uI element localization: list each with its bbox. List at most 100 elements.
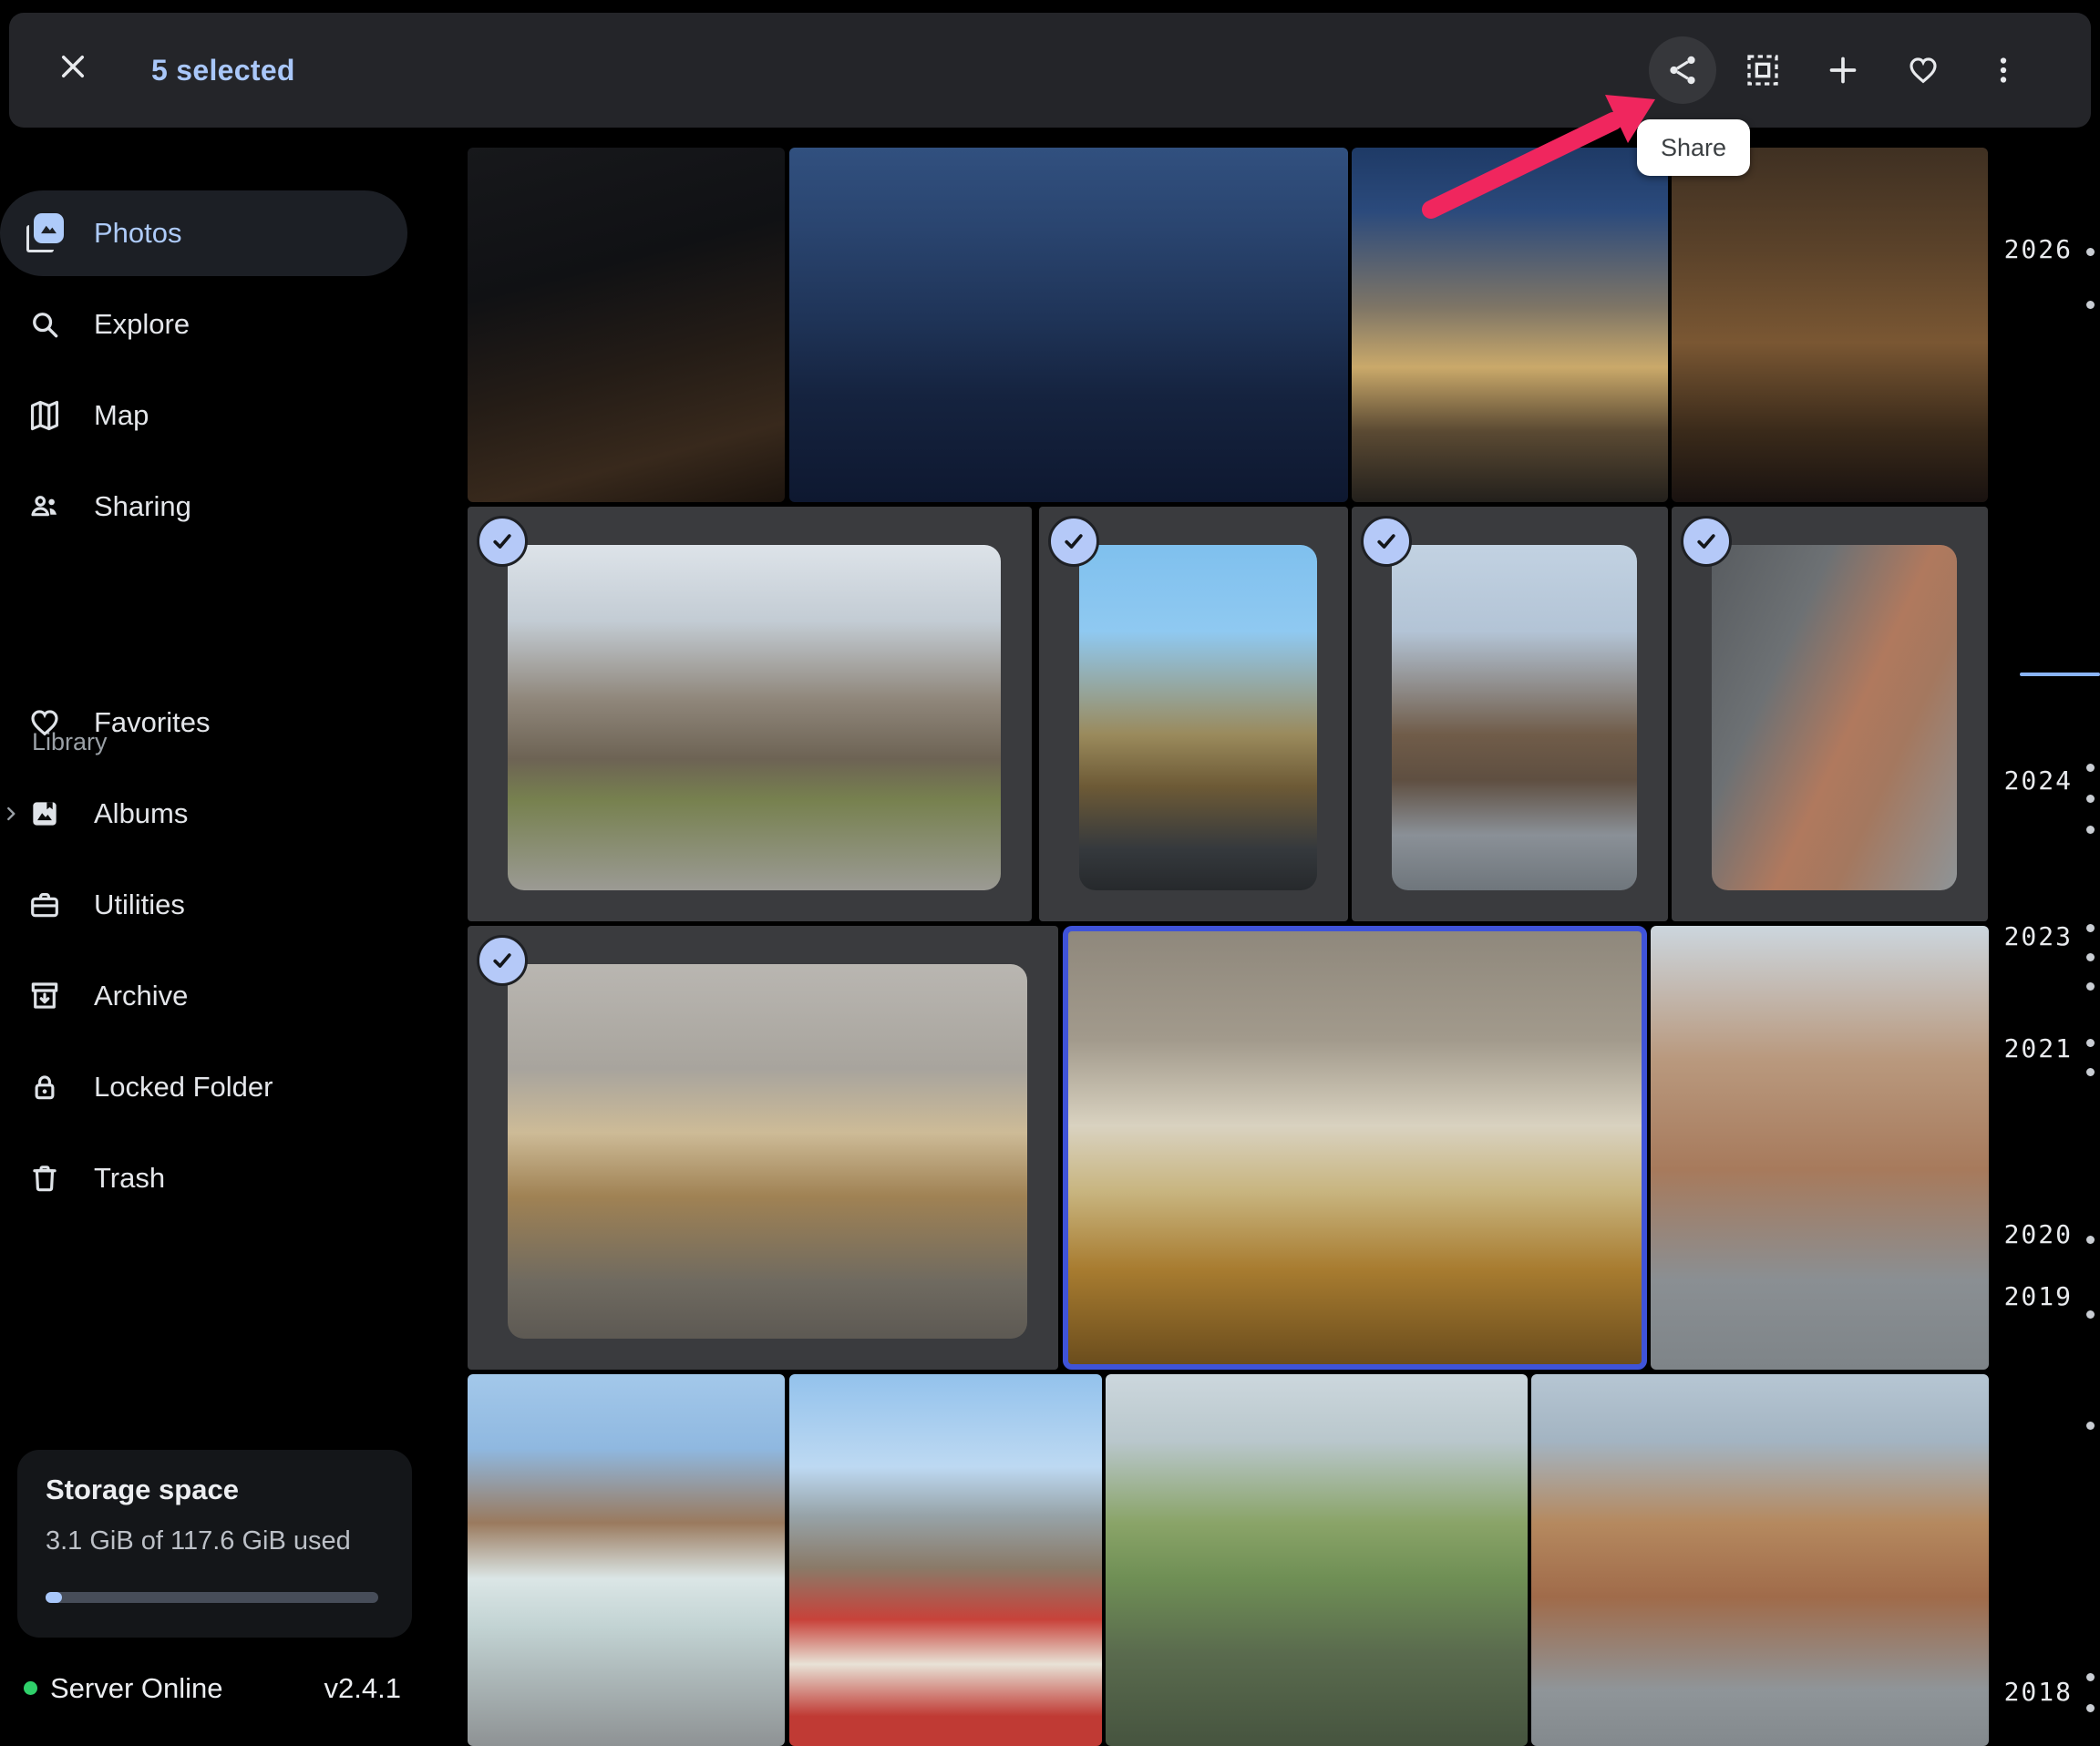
server-status-label: Server Online (50, 1672, 223, 1705)
share-tooltip: Share (1637, 119, 1750, 176)
timeline-photo-dot (2086, 795, 2095, 803)
timeline-photo-dot (2086, 1673, 2095, 1681)
server-version-label: v2.4.1 (324, 1672, 401, 1705)
expand-chevron-icon[interactable] (0, 802, 23, 826)
sidebar-item-map[interactable]: Map (0, 373, 407, 458)
photo-thumbnail[interactable] (1531, 1374, 1989, 1746)
add-icon (1825, 52, 1861, 88)
timeline-year-label[interactable]: 2023 (2004, 921, 2073, 951)
selection-count: 5 selected (151, 13, 295, 128)
photo-thumbnail[interactable] (508, 545, 1001, 890)
search-icon (27, 307, 62, 342)
share-icon (1665, 53, 1700, 87)
check-icon (487, 526, 518, 557)
online-status-dot-icon (24, 1681, 37, 1695)
sidebar-item-explore[interactable]: Explore (0, 282, 407, 367)
selection-toolbar: 5 selected (9, 13, 2091, 128)
toolbar-actions (1642, 13, 2043, 128)
photo-thumbnail[interactable] (1672, 148, 1988, 502)
more-options-icon (1986, 53, 2021, 87)
timeline-year-label[interactable]: 2019 (2004, 1281, 2073, 1311)
select-all-icon (1745, 52, 1781, 88)
photo-thumbnail[interactable] (1352, 148, 1668, 502)
favorites-heart-icon (27, 705, 62, 740)
photo-thumbnail[interactable] (1106, 1374, 1528, 1746)
sidebar-item-favorites[interactable]: Favorites (0, 680, 407, 765)
photos-icon (26, 213, 64, 253)
selected-check-badge[interactable] (477, 935, 528, 986)
timeline-photo-dot (2086, 1039, 2095, 1047)
timeline-photo-dot (2086, 301, 2095, 309)
timeline-position-indicator[interactable] (2020, 673, 2100, 676)
sidebar-item-utilities[interactable]: Utilities (0, 862, 407, 948)
photo-thumbnail[interactable] (1651, 926, 1989, 1370)
map-icon (27, 398, 62, 433)
timeline-year-label[interactable]: 2026 (2004, 234, 2073, 264)
check-icon (1691, 526, 1722, 557)
storage-usage: 3.1 GiB of 117.6 GiB used (46, 1526, 351, 1556)
check-icon (1058, 526, 1089, 557)
sidebar-item-label: Archive (94, 980, 188, 1012)
timeline-photo-dot (2086, 1236, 2095, 1244)
timeline-photo-dot (2086, 248, 2095, 256)
sidebar-item-label: Map (94, 399, 149, 432)
photo-thumbnail[interactable] (1392, 545, 1637, 890)
sidebar-item-sharing[interactable]: Sharing (0, 464, 407, 549)
timeline-photo-dot (2086, 1068, 2095, 1076)
timeline-photo-dot (2086, 826, 2095, 834)
timeline-scrubber[interactable]: 2026 2024 2023 2021 2020 2019 2018 (1989, 0, 2100, 1746)
timeline-photo-dot (2086, 1704, 2095, 1712)
timeline-year-label[interactable]: 2018 (2004, 1677, 2073, 1707)
photo-thumbnail[interactable] (789, 1374, 1102, 1746)
sidebar-item-label: Sharing (94, 490, 191, 523)
favorite-button[interactable] (1883, 30, 1963, 110)
photo-thumbnail[interactable] (468, 148, 785, 502)
add-to-button[interactable] (1803, 30, 1883, 110)
sidebar-nav: Library PhotosExploreMapSharingFavorites… (0, 128, 419, 1403)
selected-check-badge[interactable] (1361, 516, 1412, 567)
selected-photo-cell (468, 926, 1058, 1370)
timeline-photo-dot (2086, 764, 2095, 772)
sidebar-item-locked-folder[interactable]: Locked Folder (0, 1044, 407, 1130)
select-all-button[interactable] (1723, 30, 1803, 110)
trash-icon (27, 1161, 62, 1196)
utilities-briefcase-icon (27, 888, 62, 922)
photo-thumbnail[interactable] (1712, 545, 1957, 890)
sidebar-item-trash[interactable]: Trash (0, 1135, 407, 1221)
sidebar-item-archive[interactable]: Archive (0, 953, 407, 1039)
photo-thumbnail[interactable] (468, 1374, 785, 1746)
photo-thumbnail-focused[interactable] (1063, 926, 1647, 1370)
albums-icon (27, 796, 62, 831)
selected-photo-cell (1672, 507, 1988, 921)
close-icon (56, 49, 90, 84)
check-icon (1371, 526, 1402, 557)
archive-icon (27, 979, 62, 1013)
timeline-year-label[interactable]: 2024 (2004, 765, 2073, 796)
sharing-people-icon (27, 489, 62, 524)
close-selection-button[interactable] (44, 37, 102, 96)
sidebar-item-label: Favorites (94, 706, 210, 739)
timeline-year-label[interactable]: 2020 (2004, 1219, 2073, 1249)
storage-card: Storage space 3.1 GiB of 117.6 GiB used (17, 1450, 412, 1638)
locked-folder-lock-icon (27, 1070, 62, 1104)
sidebar-item-label: Photos (94, 217, 182, 250)
sidebar-item-albums[interactable]: Albums (0, 771, 407, 857)
selected-photo-cell (1039, 507, 1348, 921)
selected-photo-cell (1352, 507, 1668, 921)
selected-check-badge[interactable] (1681, 516, 1732, 567)
storage-progress-track (46, 1592, 378, 1603)
share-button[interactable] (1642, 30, 1723, 110)
photo-thumbnail[interactable] (789, 148, 1348, 502)
selected-check-badge[interactable] (477, 516, 528, 567)
photo-thumbnail[interactable] (1079, 545, 1317, 890)
more-options-button[interactable] (1963, 30, 2043, 110)
sidebar-item-photos[interactable]: Photos (0, 190, 407, 276)
sidebar-item-label: Utilities (94, 888, 185, 921)
sidebar-item-label: Trash (94, 1162, 165, 1195)
sidebar-item-label: Explore (94, 308, 190, 341)
storage-progress-fill (46, 1592, 62, 1603)
selected-photo-cell (468, 507, 1032, 921)
selected-check-badge[interactable] (1048, 516, 1099, 567)
timeline-year-label[interactable]: 2021 (2004, 1033, 2073, 1063)
photo-thumbnail[interactable] (508, 964, 1027, 1339)
